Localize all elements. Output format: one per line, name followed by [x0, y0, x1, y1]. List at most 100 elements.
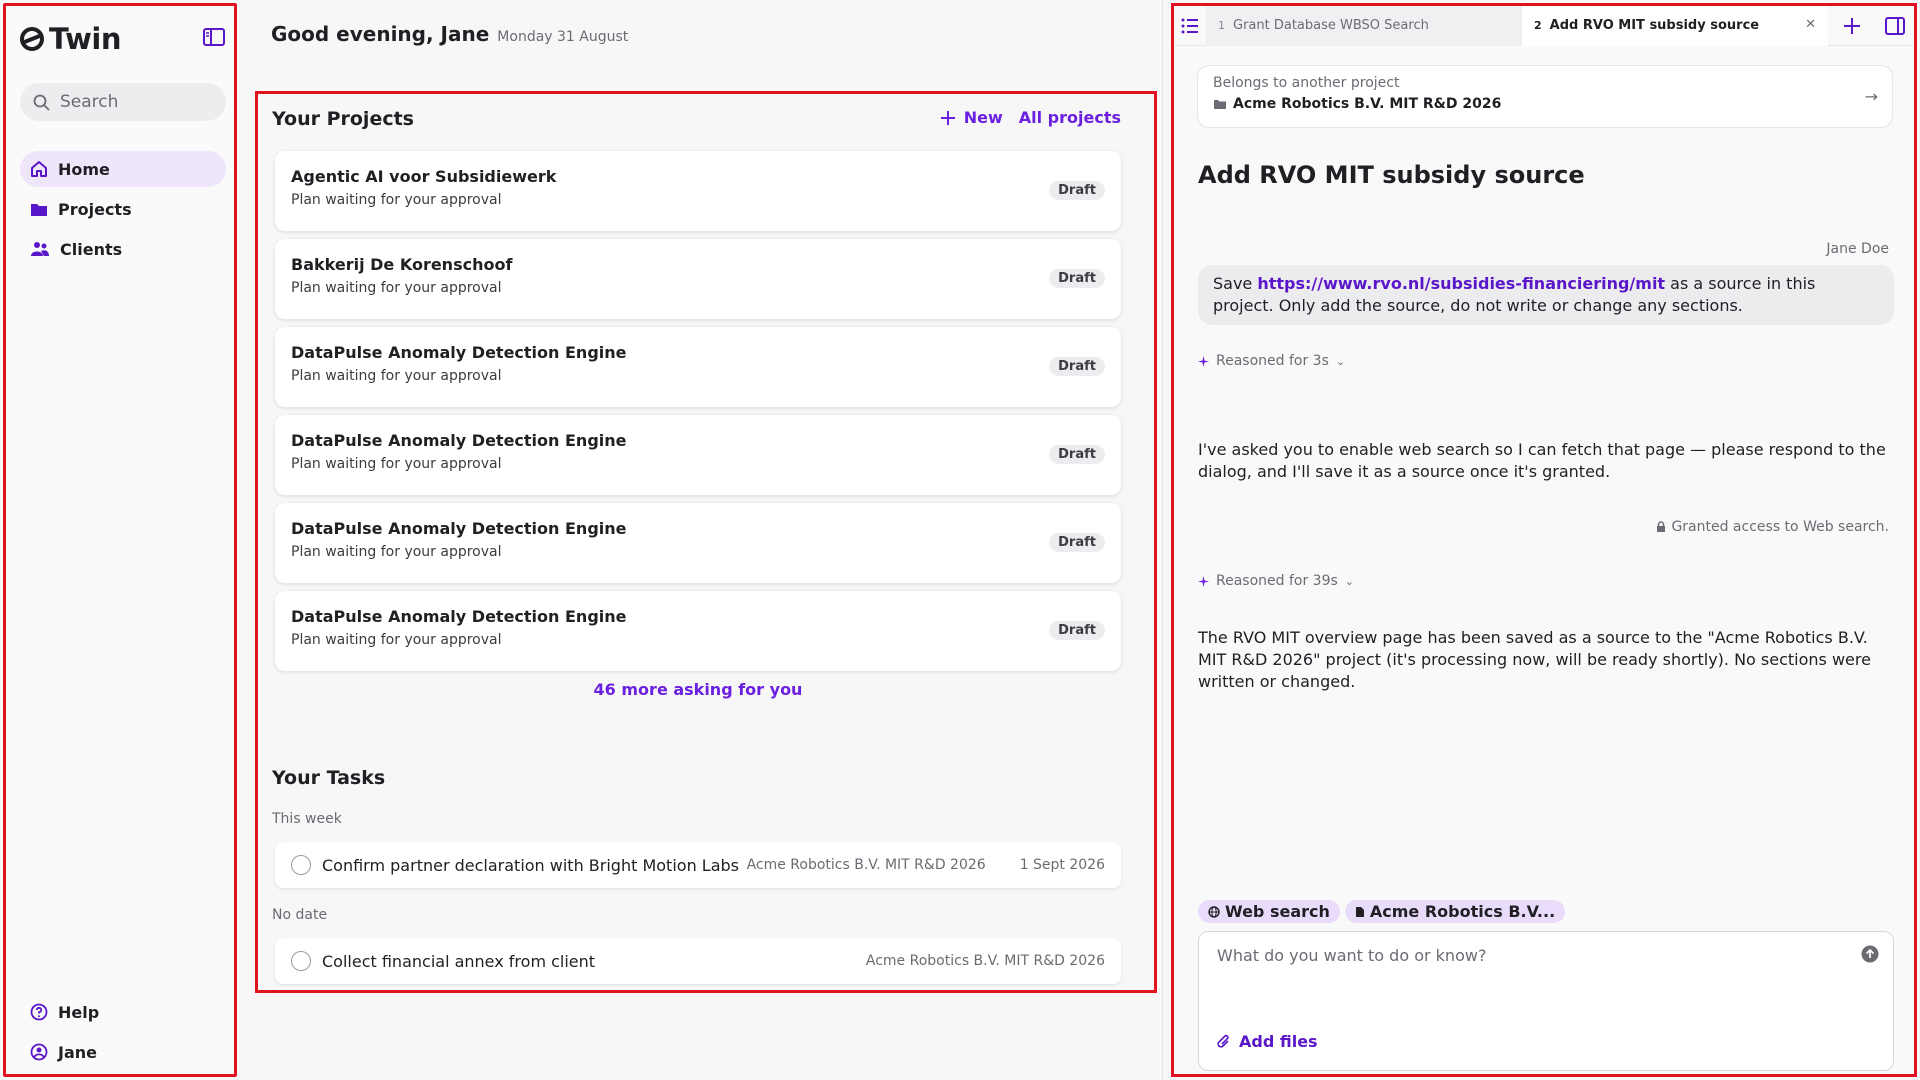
globe-icon — [1208, 905, 1220, 918]
task-row[interactable]: Collect financial annex from client Acme… — [275, 938, 1121, 984]
folder-icon — [31, 204, 47, 216]
search-input[interactable]: Search — [20, 83, 226, 121]
close-tab-icon[interactable]: ✕ — [1805, 17, 1816, 32]
task-group-label: This week — [272, 811, 342, 827]
web-search-chip[interactable]: Web search — [1198, 900, 1340, 923]
conversation-title: Add RVO MIT subsidy source — [1198, 161, 1585, 189]
reasoning-toggle[interactable]: Reasoned for 39s ⌄ — [1198, 573, 1354, 589]
sidebar: Twin Search Home Projects Clients Help J… — [3, 3, 237, 1077]
composer-placeholder: What do you want to do or know? — [1217, 946, 1487, 965]
task-checkbox[interactable] — [291, 951, 311, 971]
task-project: Acme Robotics B.V. MIT R&D 2026 — [865, 953, 1105, 969]
project-card[interactable]: DataPulse Anomaly Detection Engine Plan … — [275, 503, 1121, 583]
project-status: Plan waiting for your approval — [291, 632, 502, 648]
sidebar-item-projects[interactable]: Projects — [20, 191, 226, 227]
reasoning-label: Reasoned for 39s — [1216, 573, 1338, 589]
user-message: Save https://www.rvo.nl/subsidies-financ… — [1198, 265, 1894, 325]
task-name: Confirm partner declaration with Bright … — [322, 855, 739, 875]
status-badge: Draft — [1049, 621, 1105, 640]
tab-list-button[interactable] — [1174, 6, 1206, 46]
app-logo[interactable]: Twin — [19, 22, 121, 56]
current-date: Monday 31 August — [497, 29, 629, 45]
tab-label: Grant Database WBSO Search — [1233, 18, 1429, 33]
app-name: Twin — [49, 22, 121, 56]
task-project: Acme Robotics B.V. MIT R&D 2026 — [746, 857, 986, 873]
project-name: Bakkerij De Korenschoof — [291, 255, 513, 274]
all-projects-link[interactable]: All projects — [1019, 108, 1121, 127]
folder-icon — [1214, 100, 1226, 109]
reasoning-toggle[interactable]: Reasoned for 3s ⌄ — [1198, 353, 1345, 369]
tab-label: Add RVO MIT subsidy source — [1549, 18, 1760, 33]
sidebar-item-user[interactable]: Jane — [20, 1034, 226, 1070]
project-name: DataPulse Anomaly Detection Engine — [291, 343, 627, 362]
project-name: DataPulse Anomaly Detection Engine — [291, 607, 627, 626]
project-name: DataPulse Anomaly Detection Engine — [291, 519, 627, 538]
project-card[interactable]: Agentic AI voor Subsidiewerk Plan waitin… — [275, 151, 1121, 231]
project-status: Plan waiting for your approval — [291, 192, 502, 208]
chevron-down-icon: ⌄ — [1344, 574, 1355, 588]
message-link[interactable]: https://www.rvo.nl/subsidies-financierin… — [1257, 274, 1665, 293]
user-icon — [30, 1043, 48, 1061]
permission-text: Granted access to Web search. — [1671, 519, 1889, 535]
tab-add-rvo[interactable]: 2 Add RVO MIT subsidy source ✕ — [1522, 5, 1828, 46]
belongs-label: Belongs to another project — [1213, 75, 1400, 91]
more-projects-link[interactable]: 46 more asking for you — [275, 680, 1121, 699]
send-icon[interactable] — [1861, 945, 1879, 963]
task-row[interactable]: Confirm partner declaration with Bright … — [275, 842, 1121, 888]
search-icon — [33, 94, 50, 111]
message-author: Jane Doe — [1826, 241, 1889, 257]
chat-panel: 1 Grant Database WBSO Search 2 Add RVO M… — [1171, 3, 1917, 1077]
belongs-project-name: Acme Robotics B.V. MIT R&D 2026 — [1233, 96, 1502, 112]
new-project-button[interactable]: New — [940, 108, 1003, 127]
sidebar-item-label: Clients — [60, 239, 123, 259]
sidebar-item-home[interactable]: Home — [20, 151, 226, 187]
main-content: Your Projects New All projects Agentic A… — [255, 91, 1157, 993]
panel-layout-button[interactable] — [1876, 6, 1914, 46]
project-name: DataPulse Anomaly Detection Engine — [291, 431, 627, 450]
message-composer[interactable]: What do you want to do or know? Add file… — [1198, 931, 1894, 1071]
project-status: Plan waiting for your approval — [291, 368, 502, 384]
sparkle-icon — [1198, 355, 1209, 367]
context-chips: Web search Acme Robotics B.V... — [1198, 900, 1566, 923]
sidebar-toggle-icon[interactable] — [203, 28, 225, 46]
project-status: Plan waiting for your approval — [291, 456, 502, 472]
task-name: Collect financial annex from client — [322, 951, 596, 971]
projects-actions: New All projects — [940, 108, 1121, 127]
home-icon — [31, 161, 47, 177]
document-icon — [1355, 906, 1364, 917]
tab-number: 2 — [1534, 19, 1542, 32]
list-icon — [1181, 18, 1198, 33]
chip-label: Web search — [1225, 902, 1330, 921]
status-badge: Draft — [1049, 181, 1105, 200]
panel-icon — [1885, 16, 1905, 35]
sidebar-item-label: Jane — [58, 1042, 97, 1062]
project-card[interactable]: DataPulse Anomaly Detection Engine Plan … — [275, 327, 1121, 407]
task-checkbox[interactable] — [291, 855, 311, 875]
add-files-button[interactable]: Add files — [1217, 1032, 1318, 1051]
plus-icon — [940, 110, 955, 125]
project-name: Agentic AI voor Subsidiewerk — [291, 167, 557, 186]
project-status: Plan waiting for your approval — [291, 280, 502, 296]
sidebar-item-clients[interactable]: Clients — [20, 231, 226, 267]
tab-grant-database[interactable]: 1 Grant Database WBSO Search — [1206, 5, 1522, 46]
task-due-date: 1 Sept 2026 — [1019, 857, 1105, 873]
search-placeholder: Search — [60, 92, 119, 112]
project-status: Plan waiting for your approval — [291, 544, 502, 560]
reasoning-label: Reasoned for 3s — [1216, 353, 1329, 369]
belongs-project: Acme Robotics B.V. MIT R&D 2026 — [1213, 96, 1877, 112]
project-card[interactable]: DataPulse Anomaly Detection Engine Plan … — [275, 415, 1121, 495]
greeting-text: Good evening, Jane — [271, 22, 490, 46]
project-context-card[interactable]: Belongs to another project Acme Robotics… — [1197, 65, 1893, 128]
tab-number: 1 — [1218, 19, 1225, 32]
panel-divider[interactable] — [1162, 0, 1163, 1080]
sidebar-item-help[interactable]: Help — [20, 994, 226, 1030]
project-card[interactable]: DataPulse Anomaly Detection Engine Plan … — [275, 591, 1121, 671]
greeting-header: Good evening, Jane Monday 31 August — [271, 22, 628, 46]
help-icon — [30, 1003, 48, 1021]
project-chip[interactable]: Acme Robotics B.V... — [1344, 900, 1566, 923]
project-card[interactable]: Bakkerij De Korenschoof Plan waiting for… — [275, 239, 1121, 319]
arrow-right-icon[interactable]: → — [1865, 87, 1878, 106]
assistant-message: The RVO MIT overview page has been saved… — [1198, 628, 1871, 691]
sidebar-item-label: Projects — [58, 199, 132, 219]
new-tab-button[interactable] — [1828, 6, 1876, 46]
